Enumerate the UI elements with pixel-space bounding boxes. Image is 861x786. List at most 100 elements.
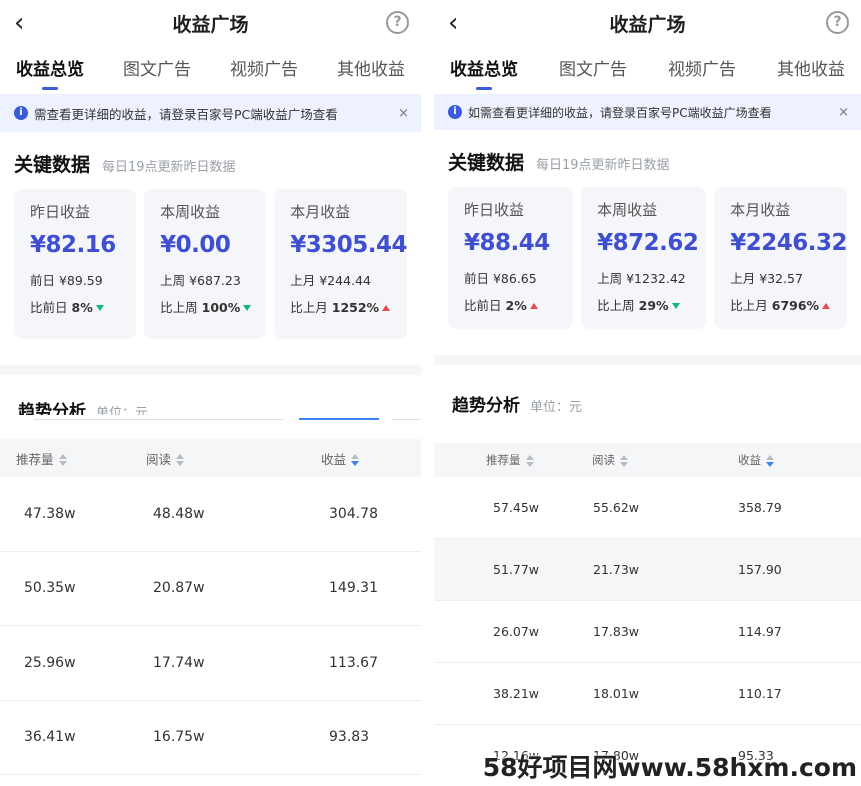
table-row[interactable]: 26.07w 17.83w 114.97	[434, 601, 861, 663]
key-data-subtitle: 每日19点更新昨日数据	[536, 158, 670, 173]
tab-overview[interactable]: 收益总览	[450, 48, 518, 92]
key-data-header: 关键数据 每日19点更新昨日数据	[434, 148, 861, 175]
card-label: 本周收益	[160, 203, 221, 221]
card-label: 本月收益	[290, 203, 351, 221]
cell-recommend: 36.41w	[24, 729, 76, 746]
table-row[interactable]: 38.21w 18.01w 110.17	[434, 663, 861, 725]
compare-label: 比前日	[30, 300, 68, 315]
card-previous: 上周 ¥687.23	[160, 273, 241, 288]
stat-card-week[interactable]: 本周收益 ¥0.00 上周 ¥687.23 比上周 100%	[144, 189, 267, 339]
close-icon[interactable]: ×	[398, 106, 409, 121]
trend-up-icon	[529, 303, 538, 309]
stat-card-week[interactable]: 本周收益 ¥872.62 上周 ¥1232.42 比上周 29%	[581, 187, 707, 329]
tab-overview[interactable]: 收益总览	[16, 48, 84, 92]
table-header: 推荐量 阅读 收益	[0, 439, 421, 477]
left-screenshot: ‹ 收益广场 ? 收益总览 图文广告 视频广告 其他收益 i 需查看更详细的收益…	[0, 0, 421, 786]
header-label: 推荐量	[486, 453, 521, 467]
cell-income: 93.83	[329, 729, 370, 746]
cell-recommend: 50.35w	[24, 580, 76, 597]
card-value: ¥0.00	[160, 232, 231, 258]
compare-value: 8%	[71, 300, 93, 315]
notice-text: 如需查看更详细的收益，请登录百家号PC端收益广场查看	[468, 105, 772, 120]
cell-income: 149.31	[329, 580, 378, 597]
tab-other-income[interactable]: 其他收益	[337, 48, 405, 92]
card-compare: 比上月 6796%	[730, 295, 847, 314]
header-label: 收益	[738, 453, 761, 467]
header-income[interactable]: 收益	[321, 449, 360, 468]
card-compare: 比上周 100%	[160, 297, 266, 316]
table-row[interactable]: 36.41w 16.75w 93.83	[0, 701, 421, 775]
tab-article-ads[interactable]: 图文广告	[559, 48, 627, 92]
trend-down-icon	[243, 305, 252, 311]
table-body: 57.45w 55.62w 358.79 51.77w 21.73w 157.90 26.0…	[434, 477, 861, 786]
card-label: 昨日收益	[30, 203, 91, 221]
trend-tab-strip	[0, 415, 421, 439]
sort-icon	[351, 454, 360, 466]
sort-icon	[620, 454, 628, 467]
table-row[interactable]: 25.96w 17.74w 113.67	[0, 626, 421, 701]
trend-down-icon	[671, 303, 680, 309]
compare-value: 2%	[505, 298, 527, 313]
cell-reads: 18.01w	[593, 686, 640, 701]
tab-bar: 收益总览 图文广告 视频广告 其他收益	[0, 48, 421, 92]
cell-recommend: 47.38w	[24, 505, 76, 522]
stat-card-month[interactable]: 本月收益 ¥2246.32 上月 ¥32.57 比上月 6796%	[714, 187, 848, 329]
card-value: ¥872.62	[597, 230, 699, 256]
tab-video-ads[interactable]: 视频广告	[668, 48, 736, 92]
table-row[interactable]: 47.38w 48.48w 304.78	[0, 477, 421, 552]
sort-icon	[766, 454, 774, 467]
card-value: ¥88.44	[464, 230, 550, 256]
cell-recommend: 57.45w	[493, 500, 540, 515]
header: ‹ 收益广场 ?	[0, 0, 421, 48]
cell-income: 113.67	[329, 654, 378, 671]
header-recommend[interactable]: 推荐量	[16, 449, 146, 468]
compare-value: 1252%	[331, 300, 380, 315]
header-reads[interactable]: 阅读	[592, 452, 738, 468]
header-label: 阅读	[146, 451, 172, 467]
cell-income: 110.17	[738, 686, 782, 701]
header-reads[interactable]: 阅读	[146, 449, 321, 468]
key-data-title: 关键数据	[14, 154, 91, 176]
sort-icon	[176, 454, 185, 466]
table-row[interactable]: 57.45w 55.62w 358.79	[434, 477, 861, 539]
trend-header: 趋势分析 单位：元	[434, 391, 861, 416]
stat-card-month[interactable]: 本月收益 ¥3305.44 上月 ¥244.44 比上月 1252%	[274, 189, 408, 339]
compare-label: 比上周	[160, 300, 198, 315]
trend-title: 趋势分析	[452, 396, 520, 416]
compare-label: 比上月	[730, 298, 768, 313]
header-label: 阅读	[592, 453, 615, 467]
table-row[interactable]: 50.35w 20.87w 149.31	[0, 552, 421, 626]
header-income[interactable]: 收益	[738, 452, 774, 468]
cell-recommend: 38.21w	[493, 686, 540, 701]
help-icon[interactable]: ?	[386, 11, 409, 34]
card-compare: 比前日 8%	[30, 297, 136, 316]
close-icon[interactable]: ×	[838, 105, 849, 120]
cell-reads: 21.73w	[593, 562, 640, 577]
page-title: 收益广场	[609, 14, 686, 36]
card-compare: 比上周 29%	[597, 295, 706, 314]
help-icon[interactable]: ?	[826, 11, 849, 34]
tab-video-ads[interactable]: 视频广告	[230, 48, 298, 92]
stat-card-yesterday[interactable]: 昨日收益 ¥82.16 前日 ¥89.59 比前日 8%	[14, 189, 137, 339]
tab-underline-active	[299, 418, 379, 420]
table-row[interactable]: 51.77w 21.73w 157.90	[434, 539, 861, 601]
stat-card-yesterday[interactable]: 昨日收益 ¥88.44 前日 ¥86.65 比前日 2%	[448, 187, 574, 329]
trend-up-icon	[382, 305, 391, 311]
notice-banner: i 需查看更详细的收益，请登录百家号PC端收益广场查看 ×	[0, 94, 421, 132]
card-value: ¥3305.44	[290, 232, 408, 258]
header-label: 收益	[321, 451, 347, 467]
card-label: 昨日收益	[464, 201, 525, 219]
header-recommend[interactable]: 推荐量	[486, 452, 592, 468]
trend-unit: 单位：元	[530, 400, 583, 415]
card-compare: 比上月 1252%	[290, 297, 407, 316]
trend-down-icon	[95, 305, 104, 311]
info-icon: i	[14, 106, 28, 120]
cell-reads: 20.87w	[153, 580, 205, 597]
tab-article-ads[interactable]: 图文广告	[123, 48, 191, 92]
sort-icon	[58, 454, 67, 466]
cell-reads: 17.83w	[593, 624, 640, 639]
header-label: 推荐量	[16, 451, 54, 467]
cell-recommend: 25.96w	[24, 654, 76, 671]
tab-other-income[interactable]: 其他收益	[777, 48, 845, 92]
